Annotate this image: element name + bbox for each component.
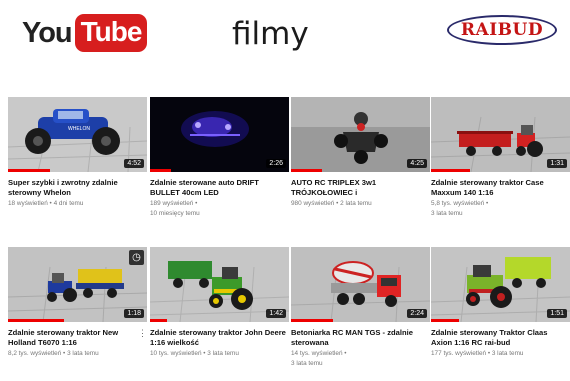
video-duration: 4:25 xyxy=(407,159,427,168)
more-options-icon[interactable]: ⋮ xyxy=(138,329,147,338)
video-meta-2: 3 lata temu xyxy=(291,360,323,367)
video-meta: 14 tys. wyświetleń • xyxy=(291,350,347,357)
video-meta: 189 wyświetleń • xyxy=(150,200,198,207)
video-title[interactable]: Betoniarka RC MAN TGS - zdalnie sterowan… xyxy=(291,328,430,348)
watch-progress-bar xyxy=(431,169,470,172)
video-meta: 5,8 tys. wyświetleń • xyxy=(431,200,489,207)
video-duration: 2:26 xyxy=(266,159,286,168)
page-title: filmy xyxy=(232,16,309,52)
video-title[interactable]: Zdalnie sterowany traktor New Holland T6… xyxy=(8,328,147,348)
video-meta: 18 wyświetleń • 4 dni temu xyxy=(8,200,84,207)
raibud-logo-text: RAIBUD xyxy=(460,20,544,40)
video-card[interactable]: ◷ 1:18 Zdalnie sterowany traktor New Hol… xyxy=(8,247,147,359)
video-title[interactable]: Zdalnie sterowany Traktor Claas Axion 1:… xyxy=(431,328,570,348)
video-title[interactable]: Zdalnie sterowany traktor John Deere 1:1… xyxy=(150,328,289,348)
video-thumbnail[interactable]: ◷ 1:18 xyxy=(8,247,147,322)
video-meta: 10 tys. wyświetleń • 3 lata temu xyxy=(150,350,239,357)
youtube-logo-you: You xyxy=(22,16,73,49)
watch-later-icon[interactable]: ◷ xyxy=(129,250,144,265)
raibud-logo[interactable]: RAIBUD xyxy=(447,15,557,45)
video-title[interactable]: AUTO RC TRIPLEX 3w1 TRÓJKOŁOWIEC i xyxy=(291,178,430,198)
video-duration: 4:52 xyxy=(124,159,144,168)
video-card[interactable]: 4:25 AUTO RC TRIPLEX 3w1 TRÓJKOŁOWIEC i … xyxy=(291,97,430,209)
video-meta-2: 10 miesięcy temu xyxy=(150,210,200,217)
video-card[interactable]: WHELON 4:52 Super szybki i zwrotny zdaln… xyxy=(8,97,147,209)
video-title[interactable]: Zdalnie sterowane auto DRIFT BULLET 40cm… xyxy=(150,178,289,198)
video-card[interactable]: 1:51 Zdalnie sterowany Traktor Claas Axi… xyxy=(431,247,570,359)
video-card[interactable]: 1:42 Zdalnie sterowany traktor John Deer… xyxy=(150,247,289,359)
youtube-logo-tube: Tube xyxy=(74,14,148,52)
video-thumbnail[interactable]: 4:25 xyxy=(291,97,430,172)
video-duration: 1:18 xyxy=(124,309,144,318)
video-duration: 1:51 xyxy=(547,309,567,318)
youtube-logo[interactable]: You Tube xyxy=(22,13,148,53)
watch-progress-bar xyxy=(431,319,459,322)
page-header: You Tube filmy RAIBUD xyxy=(0,0,570,80)
video-thumbnail[interactable]: 2:26 xyxy=(150,97,289,172)
video-meta: 177 tys. wyświetleń • 3 lata temu xyxy=(431,350,524,357)
video-thumbnail[interactable]: 1:42 xyxy=(150,247,289,322)
video-thumbnail[interactable]: WHELON 4:52 xyxy=(8,97,147,172)
video-title[interactable]: Zdalnie sterowany traktor Case Maxxum 14… xyxy=(431,178,570,198)
video-duration: 1:31 xyxy=(547,159,567,168)
watch-progress-bar xyxy=(8,319,64,322)
video-thumbnail[interactable]: 1:31 xyxy=(431,97,570,172)
video-title[interactable]: Super szybki i zwrotny zdalnie sterowny … xyxy=(8,178,147,198)
video-card[interactable]: 2:24 Betoniarka RC MAN TGS - zdalnie ste… xyxy=(291,247,430,368)
video-card[interactable]: 1:31 Zdalnie sterowany traktor Case Maxx… xyxy=(431,97,570,218)
video-card[interactable]: 2:26 Zdalnie sterowane auto DRIFT BULLET… xyxy=(150,97,289,218)
video-meta: 8,2 tys. wyświetleń • 3 lata temu xyxy=(8,350,99,357)
video-thumbnail[interactable]: 2:24 xyxy=(291,247,430,322)
video-duration: 2:24 xyxy=(407,309,427,318)
svg-text:WHELON: WHELON xyxy=(68,126,90,132)
video-thumbnail[interactable]: 1:51 xyxy=(431,247,570,322)
video-meta-2: 3 lata temu xyxy=(431,210,463,217)
watch-progress-bar xyxy=(291,319,333,322)
watch-progress-bar xyxy=(150,319,167,322)
watch-progress-bar xyxy=(291,169,322,172)
video-meta: 980 wyświetleń • 2 lata temu xyxy=(291,200,372,207)
watch-progress-bar xyxy=(150,169,171,172)
watch-progress-bar xyxy=(8,169,50,172)
video-duration: 1:42 xyxy=(266,309,286,318)
